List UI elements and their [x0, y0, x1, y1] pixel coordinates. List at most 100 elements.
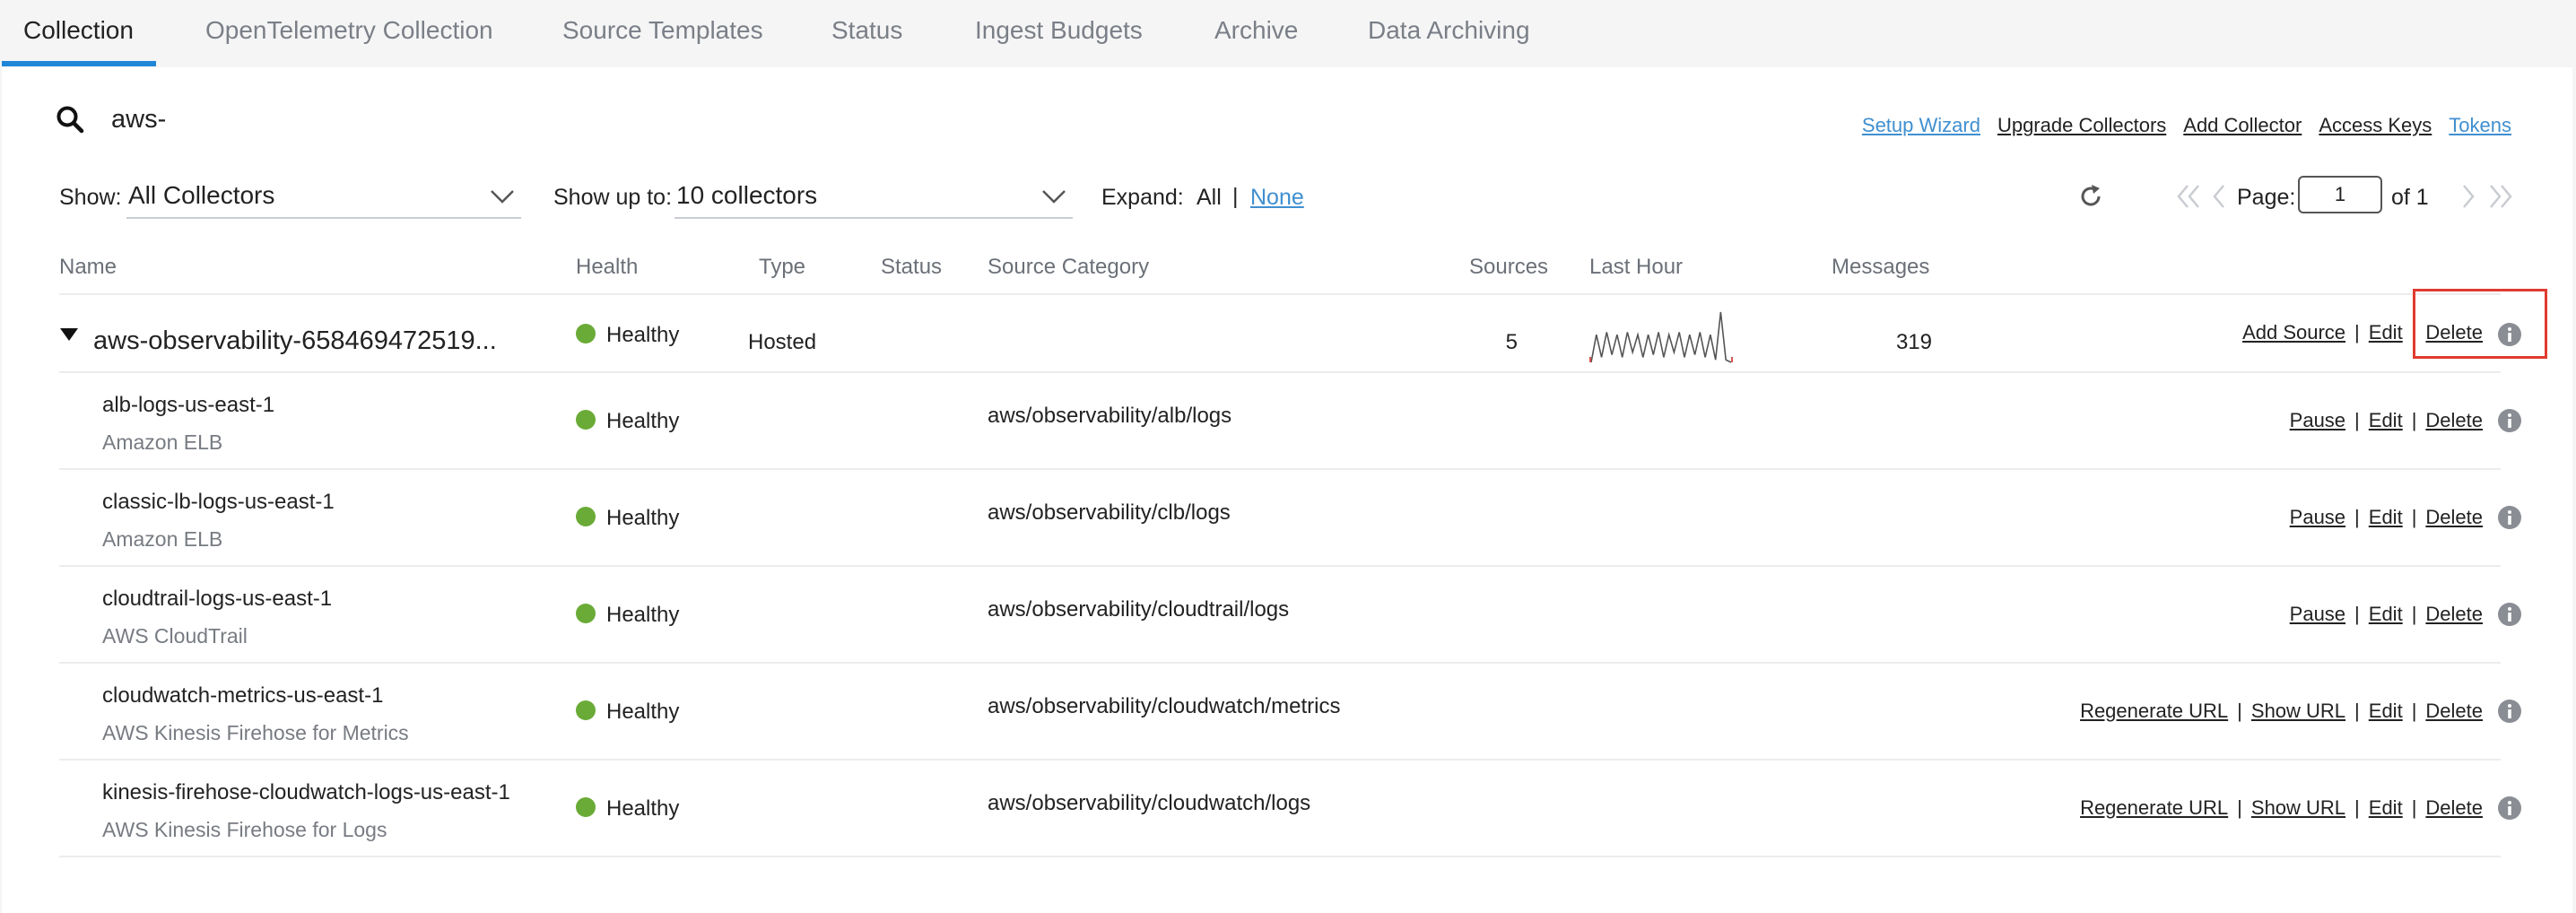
delete-link[interactable]: Delete — [2425, 700, 2483, 723]
source-type: AWS Kinesis Firehose for Metrics — [102, 721, 409, 744]
source-actions: Pause | Edit | Delete — [2289, 506, 2483, 529]
pause-link[interactable]: Pause — [2290, 409, 2345, 432]
tab-archive[interactable]: Archive — [1214, 16, 1298, 45]
delete-link[interactable]: Delete — [2425, 506, 2483, 529]
edit-link[interactable]: Edit — [2369, 409, 2403, 432]
delete-link[interactable]: Delete — [2425, 796, 2483, 820]
search-input[interactable] — [111, 99, 918, 140]
source-health: Healthy — [606, 700, 680, 724]
source-row[interactable]: kinesis-firehose-cloudwatch-logs-us-east… — [0, 761, 2576, 857]
source-name[interactable]: cloudwatch-metrics-us-east-1 — [102, 683, 383, 709]
delete-link[interactable]: Delete — [2425, 603, 2483, 626]
column-header-name: Name — [59, 255, 117, 279]
sparkline-series — [1590, 311, 1732, 363]
tab-status[interactable]: Status — [831, 16, 902, 45]
edit-link[interactable]: Edit — [2369, 321, 2403, 344]
first-page-icon[interactable] — [2174, 182, 2203, 211]
tab-data-archiving[interactable]: Data Archiving — [1368, 16, 1530, 45]
expand-separator: | — [1232, 184, 1239, 209]
previous-page-icon[interactable] — [2210, 182, 2228, 211]
collector-health: Healthy — [606, 323, 680, 347]
setup-wizard-link[interactable]: Setup Wizard — [1862, 114, 1980, 137]
show-url-link[interactable]: Show URL — [2251, 700, 2345, 723]
add-source-link[interactable]: Add Source — [2242, 321, 2345, 344]
active-tab-indicator — [2, 61, 156, 66]
column-header-type: Type — [759, 255, 806, 279]
health-status-dot — [576, 604, 596, 623]
source-category: aws/observability/cloudwatch/metrics — [988, 694, 1341, 718]
pause-link[interactable]: Pause — [2290, 506, 2345, 529]
tokens-link[interactable]: Tokens — [2449, 114, 2511, 137]
source-name[interactable]: kinesis-firehose-cloudwatch-logs-us-east… — [102, 780, 510, 805]
source-row[interactable]: cloudtrail-logs-us-east-1 AWS CloudTrail… — [0, 567, 2576, 664]
source-row[interactable]: cloudwatch-metrics-us-east-1 AWS Kinesis… — [0, 664, 2576, 761]
health-status-dot — [576, 700, 596, 720]
source-row[interactable]: classic-lb-logs-us-east-1 Amazon ELB Hea… — [0, 470, 2576, 567]
show-up-to-select[interactable]: 10 collectors — [674, 176, 1073, 219]
last-hour-sparkline — [1589, 311, 1733, 363]
refresh-icon[interactable] — [2077, 183, 2104, 210]
last-page-icon[interactable] — [2486, 182, 2515, 211]
regenerate-url-link[interactable]: Regenerate URL — [2080, 796, 2228, 820]
info-icon[interactable] — [2497, 796, 2522, 821]
health-status-dot — [576, 410, 596, 430]
pause-link[interactable]: Pause — [2290, 603, 2345, 626]
source-type: AWS CloudTrail — [102, 624, 248, 648]
source-name[interactable]: cloudtrail-logs-us-east-1 — [102, 587, 332, 612]
column-header-source-category: Source Category — [988, 255, 1150, 279]
upgrade-collectors-link[interactable]: Upgrade Collectors — [1997, 114, 2166, 137]
page-number-input[interactable] — [2298, 176, 2382, 213]
page-total: of 1 — [2391, 185, 2429, 210]
expand-none-link[interactable]: None — [1250, 185, 1304, 211]
source-health: Healthy — [606, 409, 680, 433]
edit-link[interactable]: Edit — [2369, 603, 2403, 626]
tab-bar: Collection OpenTelemetry Collection Sour… — [0, 0, 2576, 67]
expand-all-link[interactable]: All — [1197, 185, 1222, 211]
chevron-down-icon — [1042, 190, 1066, 204]
delete-link[interactable]: Delete — [2425, 409, 2483, 432]
source-row[interactable]: alb-logs-us-east-1 Amazon ELB Healthy aw… — [0, 373, 2576, 470]
add-collector-link[interactable]: Add Collector — [2183, 114, 2302, 137]
collector-sources-count: 5 — [1505, 330, 1518, 354]
column-header-status: Status — [881, 255, 943, 279]
edit-link[interactable]: Edit — [2369, 700, 2403, 723]
collector-messages-count: 319 — [1895, 330, 1932, 354]
chevron-down-icon — [491, 190, 514, 204]
tab-source-templates[interactable]: Source Templates — [562, 16, 763, 45]
source-type: Amazon ELB — [102, 430, 223, 454]
tab-collection[interactable]: Collection — [23, 16, 134, 45]
source-name[interactable]: classic-lb-logs-us-east-1 — [102, 490, 335, 515]
source-actions: Pause | Edit | Delete — [2289, 603, 2483, 626]
source-type: AWS Kinesis Firehose for Logs — [102, 818, 387, 841]
column-header-last-hour: Last Hour — [1589, 255, 1684, 279]
info-icon[interactable] — [2497, 699, 2522, 724]
access-keys-link[interactable]: Access Keys — [2319, 114, 2432, 137]
show-label: Show: — [59, 185, 122, 210]
edit-link[interactable]: Edit — [2369, 506, 2403, 529]
regenerate-url-link[interactable]: Regenerate URL — [2080, 700, 2228, 723]
expand-label: Expand: — [1101, 185, 1184, 210]
edit-link[interactable]: Edit — [2369, 796, 2403, 820]
tab-opentelemetry-collection[interactable]: OpenTelemetry Collection — [205, 16, 493, 45]
caret-down-icon[interactable] — [59, 326, 79, 343]
health-status-dot — [576, 324, 596, 343]
divider — [59, 293, 2501, 295]
source-health: Healthy — [606, 603, 680, 627]
source-name[interactable]: alb-logs-us-east-1 — [102, 393, 274, 418]
highlight-box — [2413, 289, 2547, 359]
collector-name[interactable]: aws-observability-658469472519... — [93, 326, 497, 356]
top-links: Setup Wizard Upgrade Collectors Add Coll… — [1862, 114, 2511, 137]
info-icon[interactable] — [2497, 408, 2522, 433]
source-health: Healthy — [606, 506, 680, 530]
column-header-health: Health — [576, 255, 639, 279]
info-icon[interactable] — [2497, 602, 2522, 627]
health-status-dot — [576, 797, 596, 817]
tab-ingest-budgets[interactable]: Ingest Budgets — [975, 16, 1143, 45]
search-icon[interactable] — [56, 105, 84, 134]
info-icon[interactable] — [2497, 505, 2522, 530]
column-header-sources: Sources — [1469, 255, 1549, 279]
source-category: aws/observability/cloudwatch/logs — [988, 791, 1311, 815]
show-url-link[interactable]: Show URL — [2251, 796, 2345, 820]
show-select[interactable]: All Collectors — [126, 176, 521, 219]
next-page-icon[interactable] — [2459, 182, 2477, 211]
